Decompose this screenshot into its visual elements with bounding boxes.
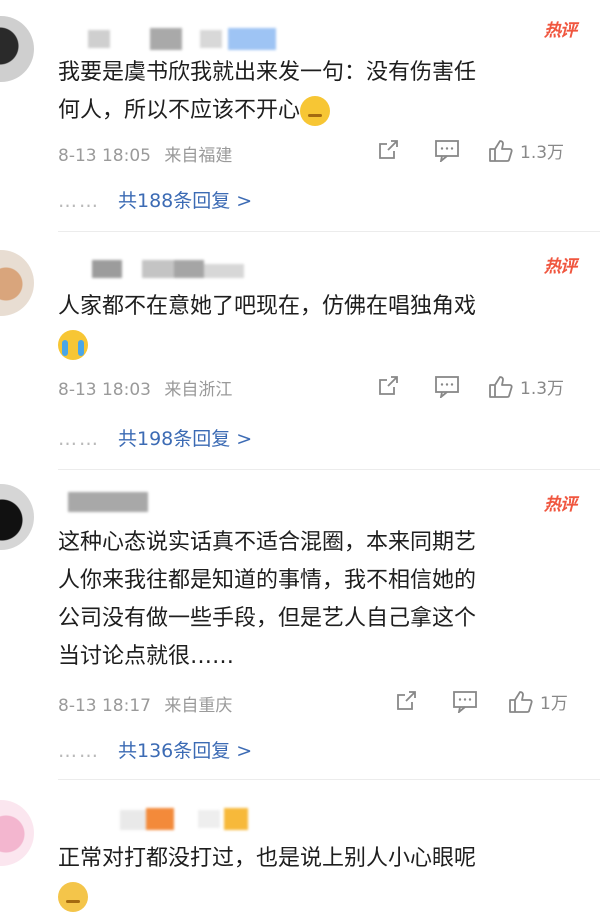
view-replies-link[interactable]: …… 共188条回复 > bbox=[58, 186, 252, 213]
thumbs-up-icon bbox=[509, 690, 533, 713]
thumbs-up-icon bbox=[489, 139, 513, 162]
view-replies-link[interactable]: …… 共136条回复 > bbox=[58, 736, 252, 763]
thinking-face-emoji bbox=[300, 96, 331, 126]
avatar[interactable] bbox=[0, 800, 34, 866]
reply-dots: …… bbox=[58, 190, 100, 212]
comment-text: 这种心态说实话真不适合混圈，本来同期艺 人你来我往都是知道的事情，我不相信她的 … bbox=[58, 530, 477, 669]
share-button[interactable] bbox=[376, 374, 400, 398]
view-replies-link[interactable]: …… 共198条回复 > bbox=[58, 424, 252, 451]
like-count: 1.3万 bbox=[520, 143, 565, 163]
comment-meta: 8-13 18:05 来自福建 bbox=[58, 141, 240, 166]
loudly-crying-face-emoji bbox=[58, 330, 88, 360]
reply-dots: …… bbox=[58, 428, 100, 450]
thumbs-up-icon bbox=[489, 375, 513, 398]
like-count: 1.3万 bbox=[520, 379, 565, 399]
like-button[interactable]: 1.3万 bbox=[488, 138, 564, 163]
reply-button[interactable] bbox=[434, 374, 460, 398]
like-button[interactable]: 1万 bbox=[508, 689, 568, 714]
share-icon bbox=[379, 140, 398, 159]
comment-location: 来自浙江 bbox=[164, 380, 233, 400]
comment-icon bbox=[435, 140, 459, 162]
username-blurred[interactable] bbox=[58, 808, 258, 830]
hot-comment-badge: 热评 bbox=[544, 257, 577, 277]
like-button[interactable]: 1.3万 bbox=[488, 374, 564, 399]
comment-location: 来自重庆 bbox=[164, 696, 233, 716]
comment-item: 热评 这种心态说实话真不适合混圈，本来同期艺 人你来我往都是知道的事情，我不相信… bbox=[0, 470, 600, 780]
avatar[interactable] bbox=[0, 16, 34, 82]
comment-date: 8-13 18:05 bbox=[58, 146, 151, 166]
username-blurred[interactable] bbox=[58, 490, 158, 512]
avatar[interactable] bbox=[0, 484, 34, 550]
share-icon bbox=[379, 376, 398, 395]
comment-icon bbox=[435, 376, 459, 398]
share-icon bbox=[397, 691, 416, 710]
comment-icon bbox=[453, 691, 477, 713]
username-blurred[interactable] bbox=[58, 28, 288, 50]
comment-text: 正常对打都没打过，也是说上别人小心眼呢 bbox=[58, 840, 578, 916]
face-emoji bbox=[58, 882, 88, 912]
reply-dots: …… bbox=[58, 740, 100, 762]
comment-item: 热评 人家都不在意她了吧现在，仿佛在唱独角戏 8-13 18:03 来自浙江 1… bbox=[0, 232, 600, 470]
username-blurred[interactable] bbox=[58, 258, 258, 280]
comment-meta: 8-13 18:03 来自浙江 bbox=[58, 375, 240, 400]
comment-date: 8-13 18:03 bbox=[58, 380, 151, 400]
share-button[interactable] bbox=[376, 138, 400, 162]
comment-meta: 8-13 18:17 来自重庆 bbox=[58, 691, 240, 716]
comment-text: 人家都不在意她了吧现在，仿佛在唱独角戏 bbox=[58, 288, 578, 364]
hot-comment-badge: 热评 bbox=[544, 495, 577, 515]
avatar[interactable] bbox=[0, 250, 34, 316]
share-button[interactable] bbox=[394, 689, 418, 713]
reply-button[interactable] bbox=[452, 689, 478, 713]
like-count: 1万 bbox=[540, 694, 568, 714]
comment-date: 8-13 18:17 bbox=[58, 696, 151, 716]
comment-location: 来自福建 bbox=[164, 146, 233, 166]
comment-text: 我要是虞书欣我就出来发一句：没有伤害任 何人，所以不应该不开心 bbox=[58, 54, 578, 130]
comment-item: 热评 我要是虞书欣我就出来发一句：没有伤害任 何人，所以不应该不开心 8-13 … bbox=[0, 0, 600, 232]
comment-item: 正常对打都没打过，也是说上别人小心眼呢 bbox=[0, 780, 600, 912]
hot-comment-badge: 热评 bbox=[544, 21, 577, 41]
reply-button[interactable] bbox=[434, 138, 460, 162]
